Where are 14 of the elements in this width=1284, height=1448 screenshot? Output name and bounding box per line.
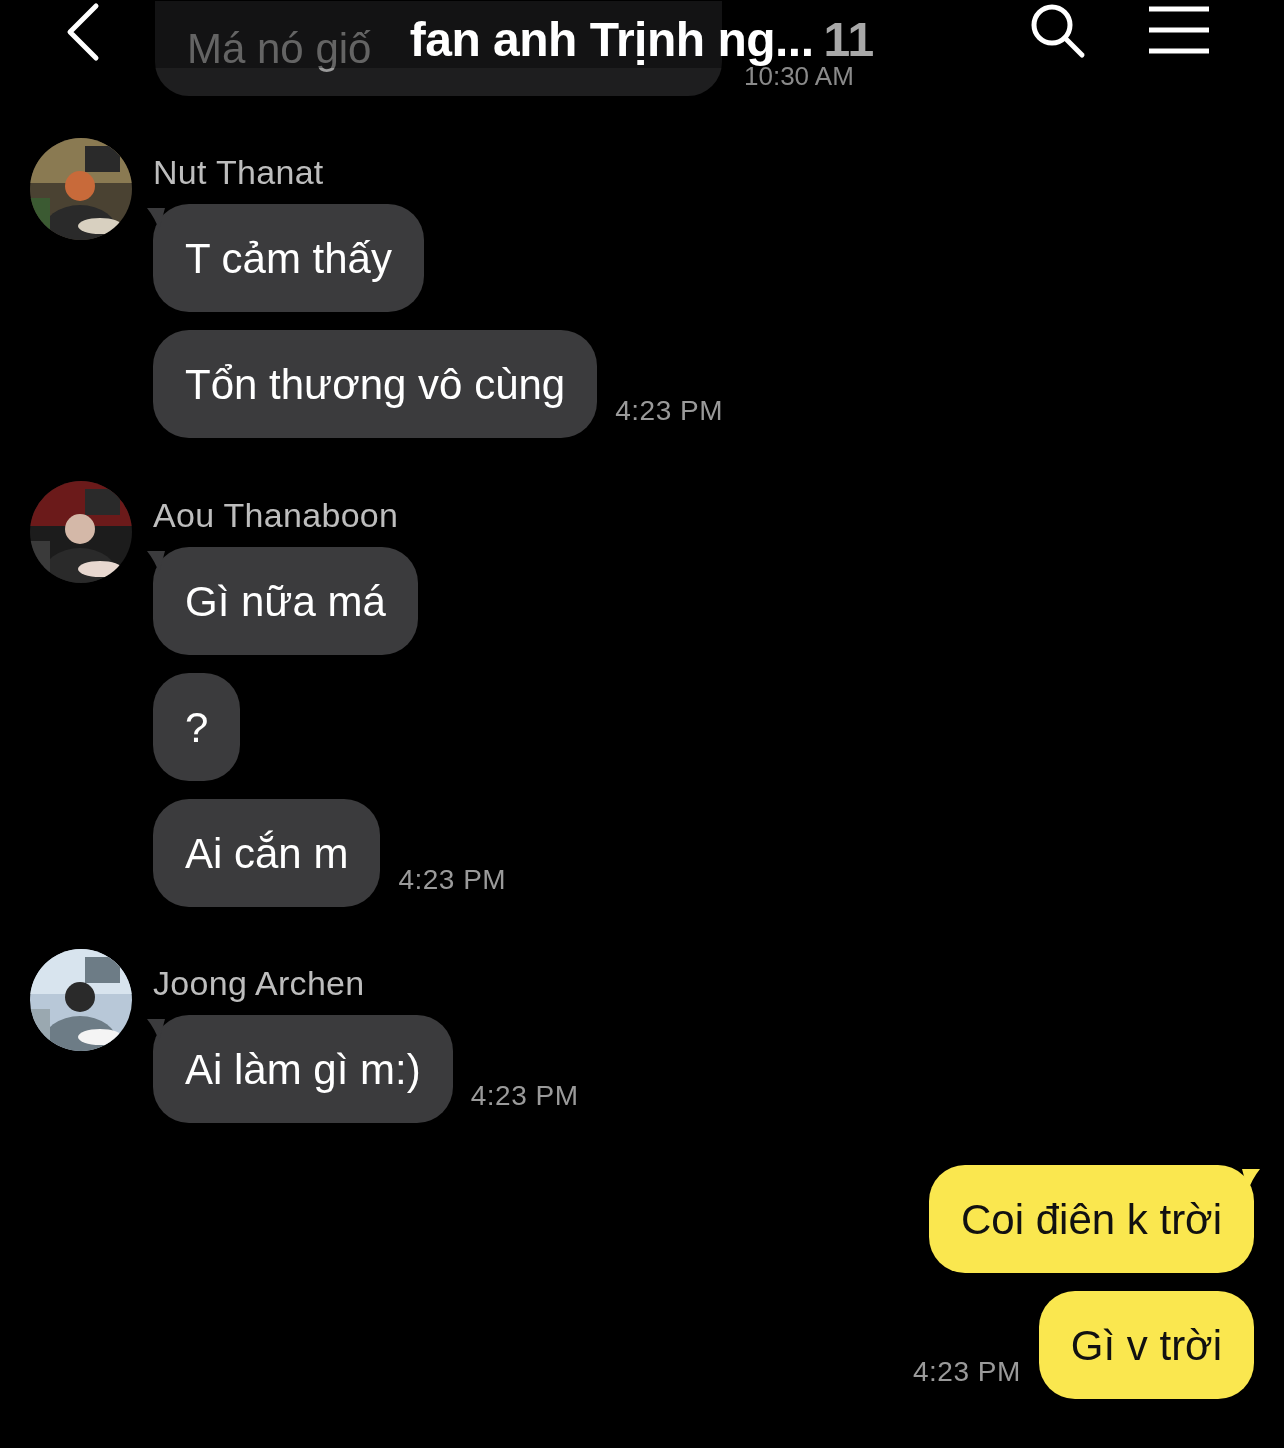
sender-name: Joong Archen <box>153 963 366 1003</box>
sender-name: Aou Thanaboon <box>153 495 400 535</box>
search-icon[interactable] <box>1030 3 1086 59</box>
menu-icon[interactable] <box>1147 5 1211 55</box>
sender-name: Nut Thanat <box>153 152 325 192</box>
message-time: 4:23 PM <box>470 1079 579 1113</box>
message-time: 4:23 PM <box>615 394 723 428</box>
message-bubble: Gì v trời <box>1038 1291 1254 1399</box>
message-time: 4:23 PM <box>398 863 507 897</box>
message-bubble: Ai cắn m <box>153 799 381 907</box>
message-bubble: ? <box>153 673 241 781</box>
message-bubble: Tổn thương vô cùng <box>153 330 598 438</box>
member-count: 11 <box>823 13 875 66</box>
message-time: 4:23 PM <box>913 1355 1021 1389</box>
